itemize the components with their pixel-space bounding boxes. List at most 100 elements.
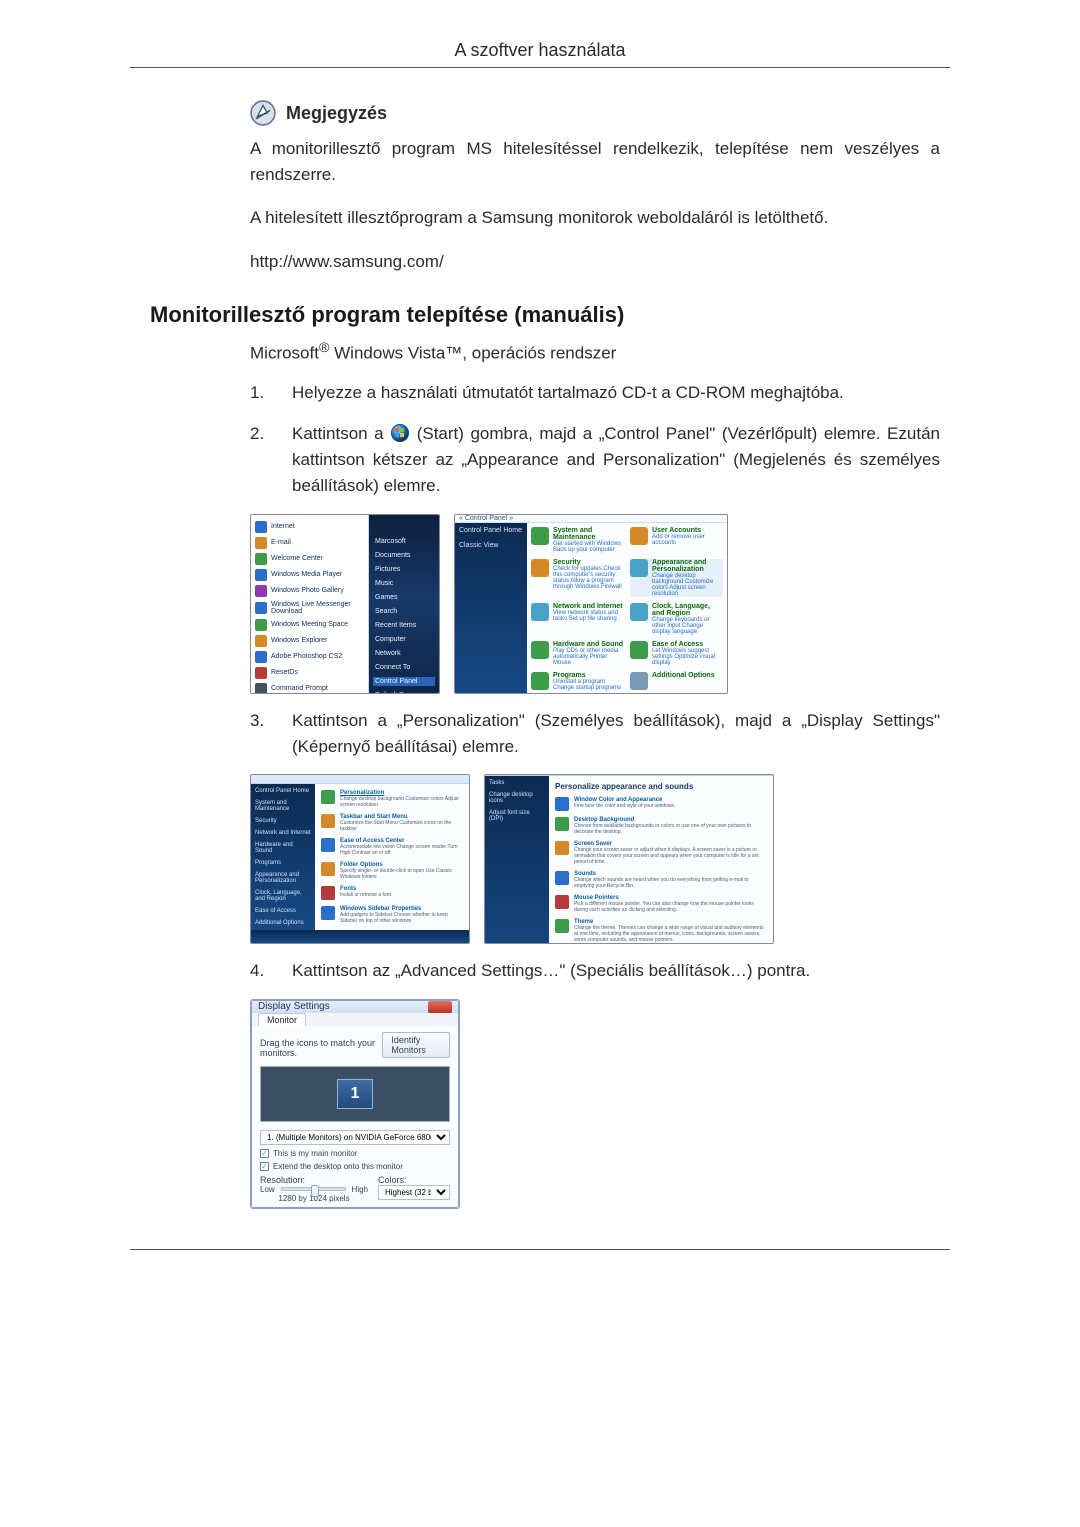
pers-item[interactable]: Taskbar and Start MenuCustomize the Star… <box>321 814 463 832</box>
start-orb-icon <box>390 423 410 443</box>
cp-nav-item[interactable]: Control Panel Home <box>459 527 523 534</box>
cp-category[interactable]: Network and InternetView network status … <box>531 603 624 635</box>
cp-category[interactable]: User AccountsAdd or remove user accounts <box>630 527 723 553</box>
chk-extend[interactable]: ✓ <box>260 1162 269 1171</box>
header-rule <box>130 67 950 68</box>
cp-category[interactable]: Additional Options <box>630 672 723 691</box>
cp-address: « Control Panel » <box>455 515 727 523</box>
startmenu-right-item[interactable]: Computer <box>373 635 435 644</box>
startmenu-item[interactable]: Windows Live Messenger Download <box>255 599 364 617</box>
monitor-select[interactable]: 1. (Multiple Monitors) on NVIDIA GeForce… <box>260 1130 450 1145</box>
pers-heading: Personalize appearance and sounds <box>555 782 767 791</box>
startmenu-item[interactable]: Internet <box>255 519 364 535</box>
startmenu-right-item[interactable]: Marcosoft <box>373 537 435 546</box>
cp-category[interactable]: System and MaintenanceGet started with W… <box>531 527 624 553</box>
cp-category[interactable]: ProgramsUninstall a program Change start… <box>531 672 624 691</box>
steps-list: 1. Helyezze a használati útmutatót tarta… <box>250 380 940 499</box>
cp-category[interactable]: Ease of AccessLet Windows suggest settin… <box>630 641 723 666</box>
startmenu-item[interactable]: Windows Photo Gallery <box>255 583 364 599</box>
startmenu-item[interactable]: ResetDs <box>255 665 364 681</box>
res-low: Low <box>260 1185 275 1194</box>
pers-item[interactable]: SoundsChange which sounds are heard when… <box>555 871 767 889</box>
pers-item[interactable]: Ease of Access CenterAccommodate low vis… <box>321 838 463 856</box>
step-4-num: 4. <box>250 958 274 984</box>
pers-item[interactable]: ThemeChange the theme. Themes can change… <box>555 919 767 943</box>
pers-nav-item[interactable]: Hardware and Sound <box>255 842 311 854</box>
cp-side-nav: Control Panel Home Classic View <box>455 523 527 694</box>
step-4-text: Kattintson az „Advanced Settings…" (Spec… <box>292 958 810 984</box>
pers-nav-item[interactable]: Control Panel Home <box>255 788 311 794</box>
note-url: http://www.samsung.com/ <box>250 249 940 275</box>
startmenu-right-item[interactable]: Pictures <box>373 565 435 574</box>
resolution-label: Resolution: <box>260 1175 368 1185</box>
steps-list-2: 3. Kattintson a „Personalization" (Szemé… <box>250 708 940 761</box>
close-icon[interactable] <box>428 1001 452 1013</box>
steps-list-3: 4. Kattintson az „Advanced Settings…" (S… <box>250 958 940 984</box>
pers-nav-item[interactable]: Programs <box>255 860 311 866</box>
pers-nav-item[interactable]: Clock, Language, and Region <box>255 890 311 902</box>
pers-nav-item[interactable]: Ease of Access <box>255 908 311 914</box>
pers-item[interactable]: PersonalizationChange desktop background… <box>321 790 463 808</box>
monitor-1-icon[interactable]: 1 <box>337 1079 373 1109</box>
startmenu-item[interactable]: Command Prompt <box>255 681 364 694</box>
res-high: High <box>352 1185 368 1194</box>
pers-nav-item[interactable]: Adjust font size (DPI) <box>489 810 545 822</box>
pers-item[interactable]: Screen SaverChange your screen saver or … <box>555 841 767 865</box>
startmenu-right-item[interactable]: Documents <box>373 551 435 560</box>
identify-monitors-button[interactable]: Identify Monitors <box>382 1032 450 1058</box>
advanced-settings-button[interactable]: Advanced Settings... <box>360 1207 450 1208</box>
startmenu-item[interactable]: Windows Explorer <box>255 633 364 649</box>
tab-monitor[interactable]: Monitor <box>258 1013 306 1026</box>
startmenu-right-item[interactable]: Recent Items <box>373 621 435 630</box>
startmenu-right-item[interactable]: Network <box>373 649 435 658</box>
pers-nav-item[interactable]: Tasks <box>489 780 545 786</box>
startmenu-item[interactable]: Windows Meeting Space <box>255 617 364 633</box>
os-prefix: Microsoft <box>250 344 319 363</box>
step-4: 4. Kattintson az „Advanced Settings…" (S… <box>250 958 940 984</box>
cp-category[interactable]: Hardware and SoundPlay CDs or other medi… <box>531 641 624 666</box>
colors-select[interactable]: Highest (32 bit) <box>378 1185 450 1200</box>
page-title: A szoftver használata <box>454 40 625 60</box>
step-1: 1. Helyezze a használati útmutatót tarta… <box>250 380 940 406</box>
screenshot-personalization: Tasks Change desktop icons Adjust font siz… <box>484 774 774 944</box>
pers-item[interactable]: Desktop BackgroundChoose from available … <box>555 817 767 835</box>
startmenu-right-item[interactable]: Default Programs <box>373 691 435 694</box>
page-header: A szoftver használata <box>130 40 950 72</box>
pers-nav-item[interactable]: Security <box>255 818 311 824</box>
resolution-slider[interactable] <box>281 1187 346 1191</box>
chk-main-monitor[interactable]: ✓ <box>260 1149 269 1158</box>
cp-nav-item[interactable]: Classic View <box>459 542 523 549</box>
startmenu-right-item[interactable]: Search <box>373 607 435 616</box>
pers-nav-item[interactable]: Appearance and Personalization <box>255 872 311 884</box>
cp-category[interactable]: Clock, Language, and RegionChange keyboa… <box>630 603 723 635</box>
pers-item[interactable]: Window Color and AppearanceFine tune the… <box>555 797 767 811</box>
cp-category[interactable]: Appearance and PersonalizationChange des… <box>630 559 723 597</box>
pers-item[interactable]: Mouse PointersPick a different mouse poi… <box>555 895 767 913</box>
monitor-preview-area[interactable]: 1 <box>260 1066 450 1122</box>
pers-item[interactable]: Folder OptionsSpecify single- or double-… <box>321 862 463 880</box>
os-line: Microsoft® Windows Vista™, operációs ren… <box>250 338 940 500</box>
startmenu-item[interactable]: Adobe Photoshop CS2 <box>255 649 364 665</box>
startmenu-item[interactable]: Windows Media Player <box>255 567 364 583</box>
step-3: 3. Kattintson a „Personalization" (Szemé… <box>250 708 940 761</box>
step-2-num: 2. <box>250 421 274 500</box>
pers-nav-item[interactable]: System and Maintenance <box>255 800 311 812</box>
startmenu-right-item[interactable]: Control Panel <box>373 677 435 686</box>
startmenu-item[interactable]: E-mail <box>255 535 364 551</box>
pers-nav-item[interactable]: Network and Internet <box>255 830 311 836</box>
pers-nav-item[interactable]: Change desktop icons <box>489 792 545 804</box>
cp-category[interactable]: SecurityCheck for updates Check this com… <box>531 559 624 597</box>
startmenu-right-item[interactable]: Connect To <box>373 663 435 672</box>
pers-item[interactable]: Windows Sidebar PropertiesAdd gadgets to… <box>321 906 463 924</box>
pers-nav-item[interactable]: Additional Options <box>255 920 311 926</box>
chk-main-label: This is my main monitor <box>273 1149 357 1158</box>
note-title: Megjegyzés <box>286 103 387 124</box>
startmenu-item[interactable]: Welcome Center <box>255 551 364 567</box>
step-2-text: Kattintson a (Start) gombra, majd a „Con… <box>292 421 940 500</box>
step-1-text: Helyezze a használati útmutatót tartalma… <box>292 380 844 406</box>
startmenu-right-item[interactable]: Games <box>373 593 435 602</box>
startmenu-right-item[interactable]: Music <box>373 579 435 588</box>
step-2: 2. Kattintson a (Start) gombra, majd a „… <box>250 421 940 500</box>
step-3-text: Kattintson a „Personalization" (Személye… <box>292 708 940 761</box>
pers-item[interactable]: FontsInstall or remove a font <box>321 886 463 900</box>
